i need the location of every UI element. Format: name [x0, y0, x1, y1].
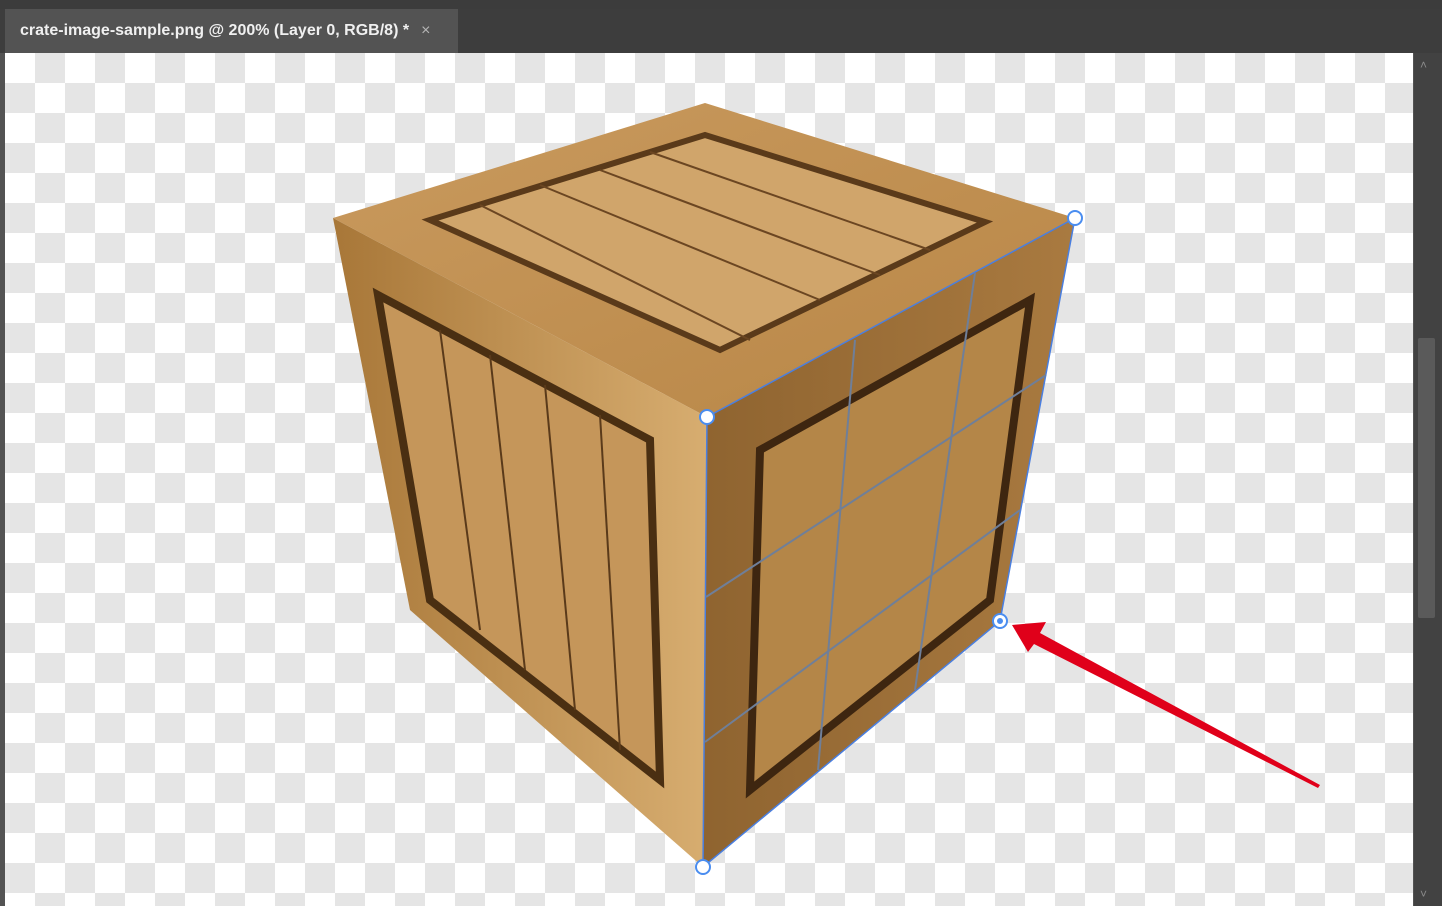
- warp-handle-bottom-left[interactable]: [695, 859, 711, 875]
- red-arrow-annotation: [1012, 622, 1320, 788]
- warp-handle-top-right[interactable]: [1067, 210, 1083, 226]
- warp-handle-center-dot: [997, 618, 1003, 624]
- warp-handle-top-left[interactable]: [699, 409, 715, 425]
- crate-artwork: [333, 103, 1320, 875]
